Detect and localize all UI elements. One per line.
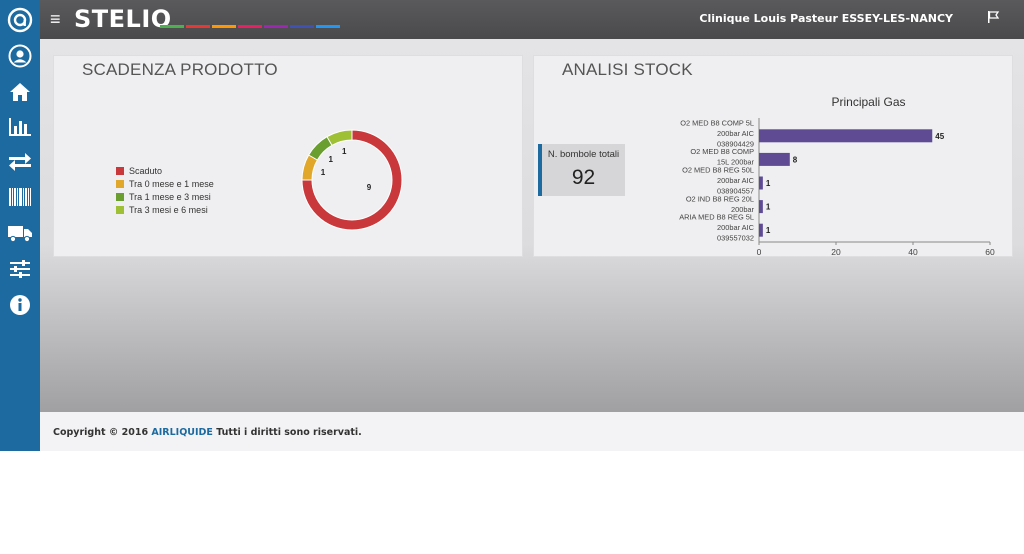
flag-icon[interactable] (986, 10, 1000, 29)
footer: Copyright © 2016 AIRLIQUIDE Tutti i diri… (40, 412, 1024, 451)
sidebar-item-transfers[interactable] (4, 148, 36, 176)
copyright-suffix: Tutti i diritti sono riservati. (212, 427, 362, 438)
brand-stripe (264, 25, 288, 28)
sidebar-item-barcode[interactable] (4, 183, 36, 211)
sidebar-item-delivery[interactable] (4, 219, 36, 247)
stock-card-title: ANALISI STOCK (562, 60, 693, 79)
info-icon (10, 295, 30, 315)
hamburger-icon[interactable]: ≡ (50, 9, 61, 29)
top-bar: ≡ STELIO Clinique Louis Pasteur ESSEY-LE… (0, 0, 1024, 39)
category-label: 200bar AIC (717, 176, 755, 185)
bar-value-label: 1 (766, 179, 771, 188)
expiry-card: SCADENZA PRODOTTO Scaduto Tra 0 mese e 1 … (53, 55, 523, 257)
copyright-prefix: Copyright © 2016 (53, 427, 152, 438)
legend-swatch (116, 205, 124, 214)
brand-stripe (238, 25, 262, 28)
category-label: O2 IND B8 REG 20L (686, 194, 754, 203)
brand-stripe (290, 25, 314, 28)
category-label: ARIA MED B8 REG 5L (679, 213, 754, 222)
legend-item[interactable]: Scaduto (116, 164, 214, 177)
barcode-icon (9, 188, 31, 206)
total-cylinders-label: N. bombole totali (547, 149, 620, 160)
category-label: 200bar AIC (717, 223, 755, 232)
brand-stripe (316, 25, 340, 28)
bar-chart-icon (9, 118, 31, 136)
clinic-name: Clinique Louis Pasteur ESSEY-LES-NANCY (699, 12, 953, 25)
legend-item[interactable]: Tra 1 mese e 3 mesi (116, 190, 214, 203)
legend-label: Tra 3 mesi e 6 mesi (129, 204, 208, 215)
legend-label: Tra 1 mese e 3 mesi (129, 191, 211, 202)
bar-value-label: 8 (793, 155, 798, 164)
brand-stripe (186, 25, 210, 28)
legend-label: Scaduto (129, 165, 163, 176)
donut-data-label: 1 (342, 147, 347, 156)
category-label: O2 MED B8 REG 50L (682, 166, 754, 175)
home-icon (10, 83, 30, 101)
total-cylinders-value: 92 (571, 166, 596, 189)
bar[interactable] (759, 176, 763, 190)
bar[interactable] (759, 223, 763, 237)
x-tick-label: 20 (831, 247, 841, 257)
x-tick-label: 40 (908, 247, 918, 257)
legend-swatch (116, 192, 124, 201)
main-content: SCADENZA PRODOTTO Scaduto Tra 0 mese e 1 … (40, 39, 1024, 412)
brand-stripe (212, 25, 236, 28)
sidebar-item-charts[interactable] (4, 113, 36, 141)
legend-item[interactable]: Tra 0 mese e 1 mese (116, 177, 214, 190)
sliders-icon (10, 260, 30, 278)
sidebar-item-info[interactable] (4, 291, 36, 319)
category-label: 200bar AIC (717, 129, 755, 138)
expiry-card-title: SCADENZA PRODOTTO (82, 60, 278, 79)
sidebar (0, 39, 40, 451)
sidebar-item-home[interactable] (4, 78, 36, 106)
category-label: O2 MED B8 COMP 5L (680, 118, 754, 127)
user-icon (8, 44, 32, 68)
truck-icon (8, 226, 32, 243)
donut-slice[interactable] (326, 129, 353, 147)
legend-label: Tra 0 mese e 1 mese (129, 178, 214, 189)
brand-stripes (160, 25, 340, 28)
bar-value-label: 1 (766, 203, 771, 212)
expiry-donut-chart: 9111 (301, 129, 403, 231)
donut-data-label: 9 (367, 183, 372, 192)
brand-stripe (160, 25, 184, 28)
category-label: O2 MED B8 COMP (690, 147, 754, 156)
expiry-legend: Scaduto Tra 0 mese e 1 mese Tra 1 mese e 3… (116, 164, 214, 216)
stock-card: ANALISI STOCK N. bombole totali 92 Princ… (533, 55, 1013, 257)
brand-name: STELIO (74, 5, 172, 33)
sidebar-item-settings[interactable] (4, 255, 36, 283)
total-cylinders-box: N. bombole totali 92 (538, 144, 625, 196)
x-tick-label: 0 (757, 247, 762, 257)
legend-swatch (116, 179, 124, 188)
copyright-text: Copyright © 2016 AIRLIQUIDE Tutti i diri… (53, 427, 362, 438)
logo[interactable] (0, 0, 40, 39)
category-label: 039557032 (717, 234, 754, 243)
main-gases-bar-chart: Principali Gas 0 20 40 60 45 O2 MED B8 COMP 5L… (679, 95, 995, 257)
app-logo-icon (7, 7, 33, 32)
legend-item[interactable]: Tra 3 mesi e 6 mesi (116, 203, 214, 216)
x-tick-label: 60 (985, 247, 995, 257)
donut-data-label: 1 (329, 155, 334, 164)
donut-data-label: 1 (321, 168, 326, 177)
bar[interactable] (759, 200, 763, 214)
transfer-arrows-icon (9, 153, 31, 171)
airliquide-link[interactable]: AIRLIQUIDE (151, 427, 213, 438)
bar-value-label: 1 (766, 226, 771, 235)
app: ≡ STELIO Clinique Louis Pasteur ESSEY-LE… (0, 0, 1024, 451)
sidebar-item-user[interactable] (4, 42, 36, 70)
bar-value-label: 45 (935, 132, 944, 141)
bar[interactable] (759, 129, 933, 143)
legend-swatch (116, 166, 124, 175)
bar[interactable] (759, 152, 790, 166)
bar-chart-title: Principali Gas (831, 95, 905, 109)
